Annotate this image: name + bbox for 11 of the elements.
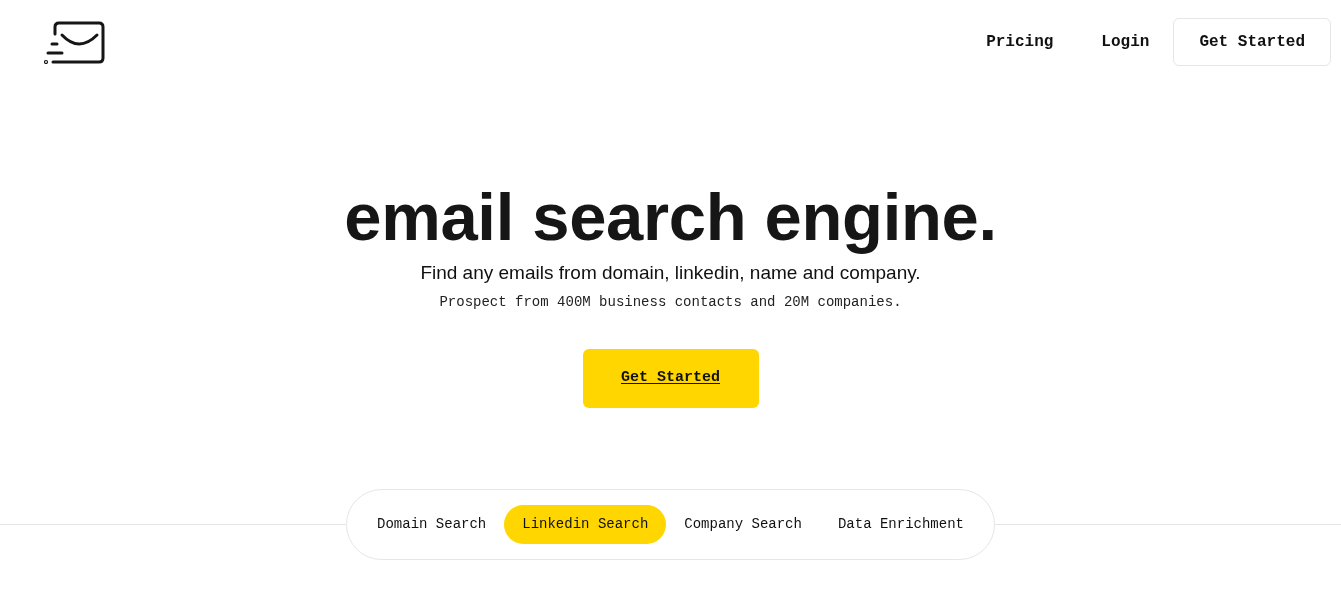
get-started-button[interactable]: Get Started — [1173, 18, 1331, 66]
search-tab[interactable]: Data Enrichment — [819, 504, 982, 544]
nav-link[interactable]: Login — [1077, 18, 1174, 66]
get-started-button[interactable]: Get Started — [582, 348, 759, 408]
envelope-logo-icon[interactable] — [44, 20, 106, 64]
nav-link[interactable]: Pricing — [962, 18, 1078, 66]
search-tab[interactable]: Company Search — [666, 504, 820, 544]
hero-subtitle: Find any emails from domain, linkedin, name and company. — [420, 262, 921, 285]
hero-tagline: Prospect from 400M business contacts and 20M companies. — [439, 292, 902, 312]
search-tab[interactable]: Linkedin Search — [504, 504, 667, 544]
search-tab[interactable]: Domain Search — [359, 504, 505, 544]
